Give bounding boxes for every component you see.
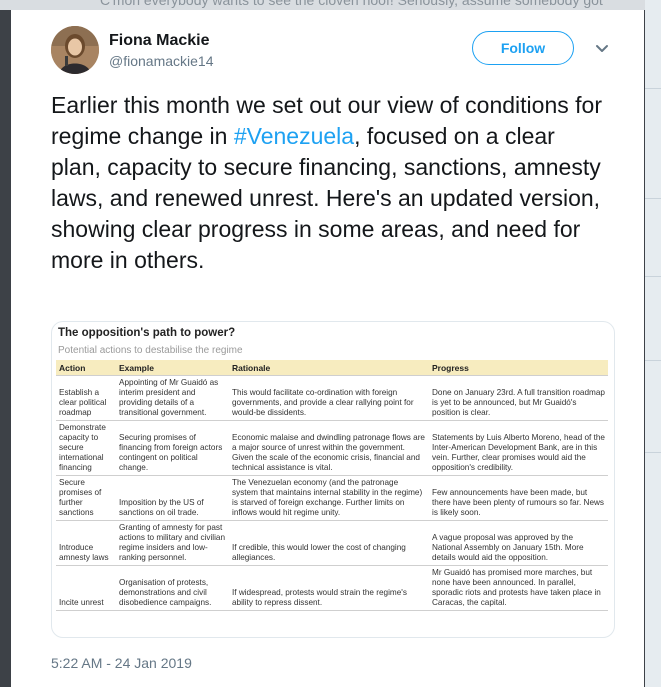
- cell-progress: A vague proposal was approved by the Nat…: [429, 520, 608, 566]
- cell-progress: Statements by Luis Alberto Moreno, head …: [429, 420, 608, 476]
- cell-rationale: This would facilitate co-ordination with…: [229, 375, 429, 421]
- cell-example: Imposition by the US of sanctions on oil…: [116, 475, 229, 521]
- cell-action: Incite unrest: [56, 565, 116, 611]
- author-handle[interactable]: @fionamackie14: [109, 53, 214, 69]
- table-title: The opposition's path to power?: [58, 327, 236, 339]
- cell-example: Securing promises of financing from fore…: [116, 420, 229, 476]
- table-header-row: Action Example Rationale Progress: [56, 360, 608, 376]
- tweet-timestamp[interactable]: 5:22 AM - 24 Jan 2019: [51, 655, 192, 671]
- follow-button[interactable]: Follow: [472, 31, 574, 65]
- cell-action: Establish a clear political roadmap: [56, 375, 116, 421]
- hashtag-link[interactable]: #Venezuela: [234, 123, 354, 149]
- cell-rationale: The Venezuelan economy (and the patronag…: [229, 475, 429, 521]
- chevron-down-icon[interactable]: [595, 44, 609, 54]
- tweet-card: Fiona Mackie @fionamackie14 Follow Earli…: [11, 10, 644, 687]
- table-row: Introduce amnesty laws Granting of amnes…: [56, 520, 608, 566]
- cell-rationale: If widespread, protests would strain the…: [229, 565, 429, 611]
- background-tweet-text: C'mon everybody wants to see the cloven …: [100, 0, 603, 8]
- column-header-progress: Progress: [429, 360, 608, 376]
- cell-progress: Few announcements have been made, but th…: [429, 475, 608, 521]
- column-header-example: Example: [116, 360, 229, 376]
- tweet-image[interactable]: The opposition's path to power? Potentia…: [51, 321, 615, 638]
- table-row: Establish a clear political roadmap Appo…: [56, 375, 608, 421]
- cell-example: Appointing of Mr Guaidó as interim presi…: [116, 375, 229, 421]
- policy-table: Action Example Rationale Progress Establ…: [56, 360, 608, 611]
- tweet-text: Earlier this month we set out our view o…: [51, 90, 611, 276]
- cell-action: Secure promises of further sanctions: [56, 475, 116, 521]
- author-name[interactable]: Fiona Mackie: [109, 32, 209, 50]
- table-subtitle: Potential actions to destabilise the reg…: [58, 345, 243, 356]
- cell-rationale: If credible, this would lower the cost o…: [229, 520, 429, 566]
- cell-progress: Mr Guaidó has promised more marches, but…: [429, 565, 608, 611]
- table-row: Secure promises of further sanctions Imp…: [56, 475, 608, 521]
- cell-rationale: Economic malaise and dwindling patronage…: [229, 420, 429, 476]
- background-timeline-edge: [645, 0, 661, 687]
- column-header-action: Action: [56, 360, 116, 376]
- cell-example: Granting of amnesty for past actions to …: [116, 520, 229, 566]
- avatar-image: [51, 26, 99, 74]
- avatar[interactable]: [51, 26, 99, 74]
- background-tweet: C'mon everybody wants to see the cloven …: [0, 0, 661, 10]
- cell-action: Demonstrate capacity to secure internati…: [56, 420, 116, 476]
- cell-progress: Done on January 23rd. A full transition …: [429, 375, 608, 421]
- cell-example: Organisation of protests, demonstrations…: [116, 565, 229, 611]
- table-row: Incite unrest Organisation of protests, …: [56, 565, 608, 611]
- column-header-rationale: Rationale: [229, 360, 429, 376]
- table-row: Demonstrate capacity to secure internati…: [56, 420, 608, 476]
- cell-action: Introduce amnesty laws: [56, 520, 116, 566]
